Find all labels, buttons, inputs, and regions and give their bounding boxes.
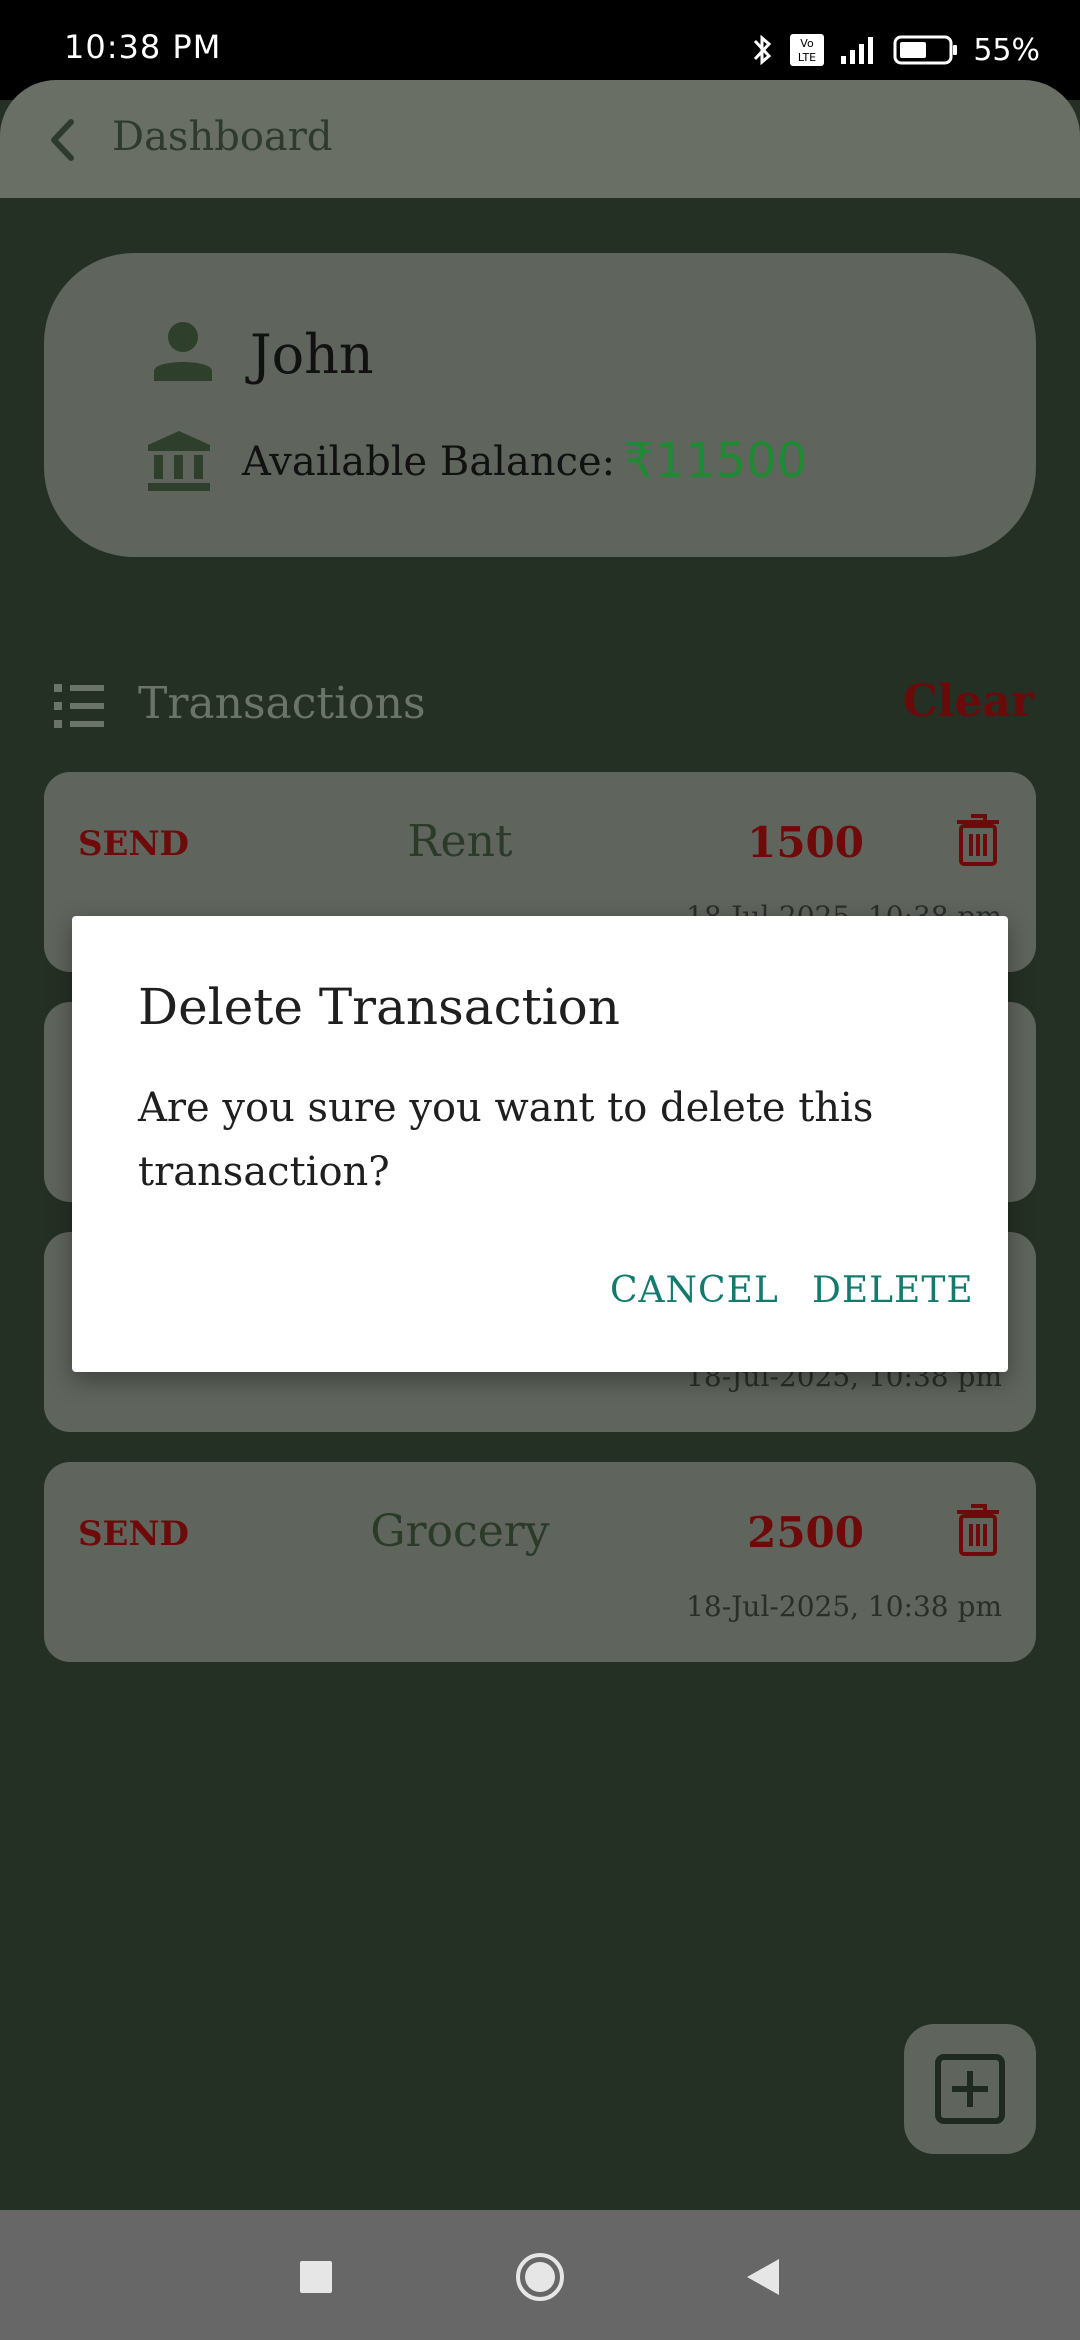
recents-button[interactable] (286, 2250, 346, 2304)
dialog-message: Are you sure you want to delete this tra… (138, 1085, 874, 1195)
trash-icon[interactable] (954, 1502, 1002, 1558)
add-box-icon (935, 2054, 1005, 2124)
svg-text:Vo: Vo (801, 37, 815, 50)
status-icons: Vo LTE 55% (751, 28, 1040, 72)
cancel-button[interactable]: CANCEL (610, 1270, 779, 1311)
balance-label: Available Balance: (242, 439, 616, 485)
dialog-title: Delete Transaction (138, 978, 620, 1036)
chevron-left-icon (51, 119, 74, 161)
profile-card: John Available Balance: ₹11500 (44, 253, 1036, 557)
triangle-back-icon (747, 2259, 779, 2295)
list-icon (54, 684, 104, 728)
battery-percent: 55% (973, 32, 1040, 68)
transaction-date: 18-Jul-2025, 10:38 pm (686, 1590, 1002, 1623)
clear-button[interactable]: Clear (903, 676, 1034, 727)
transaction-amount: 1500 (747, 818, 864, 867)
delete-button[interactable]: DELETE (812, 1270, 974, 1311)
add-transaction-button[interactable] (904, 2024, 1036, 2154)
transaction-amount: 2500 (747, 1508, 864, 1557)
signal-icon (841, 37, 874, 64)
user-name: John (250, 323, 374, 386)
volte-icon: Vo LTE (790, 34, 825, 66)
square-icon (300, 2261, 332, 2293)
circle-icon (516, 2253, 564, 2301)
transactions-title: Transactions (138, 678, 426, 729)
svg-text:LTE: LTE (798, 51, 816, 64)
balance-value: ₹11500 (624, 433, 808, 489)
back-nav-button[interactable] (732, 2250, 792, 2304)
page-title: Dashboard (112, 114, 333, 160)
home-button[interactable] (510, 2250, 570, 2304)
delete-dialog: Delete Transaction Are you sure you want… (72, 916, 1008, 1372)
navigation-bar (0, 2210, 1080, 2340)
battery-icon (893, 35, 958, 65)
bank-icon (148, 431, 210, 491)
back-button[interactable] (40, 110, 84, 170)
transaction-row[interactable]: SEND Grocery 2500 18-Jul-2025, 10:38 pm (44, 1462, 1036, 1662)
person-icon (154, 322, 212, 381)
bluetooth-icon (754, 34, 772, 66)
app-bar: Dashboard (0, 80, 1080, 198)
status-time: 10:38 PM (64, 28, 222, 66)
trash-icon[interactable] (954, 812, 1002, 868)
